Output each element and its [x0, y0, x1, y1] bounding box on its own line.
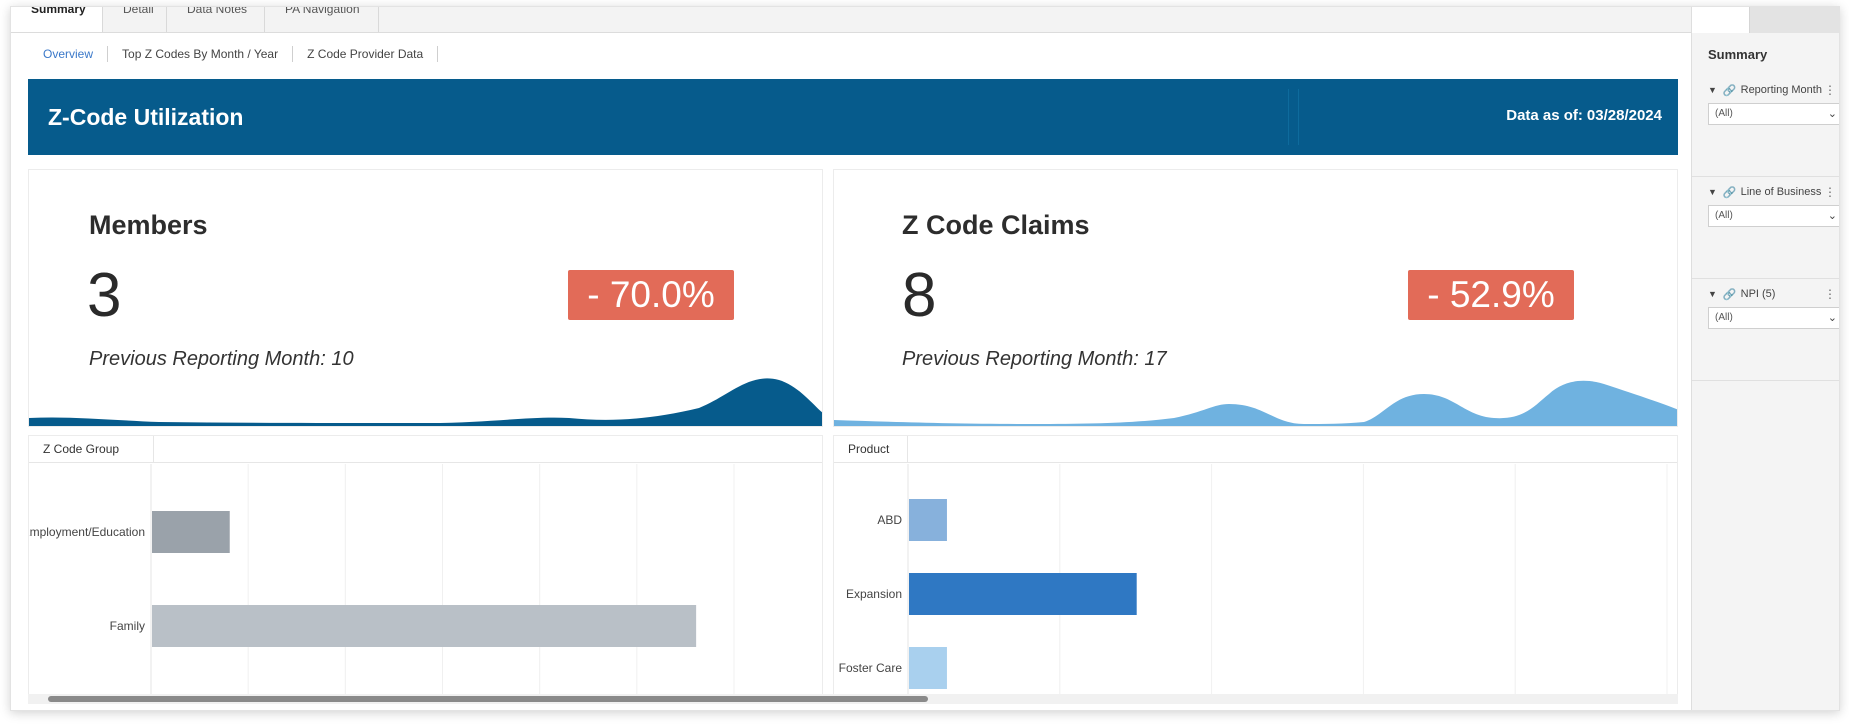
filter-pane-title: Summary — [1708, 47, 1768, 62]
kpi-title: Z Code Claims — [902, 210, 1090, 240]
chevron-down-icon: ⌄ — [1827, 312, 1837, 324]
bar — [152, 605, 697, 647]
claims-sparkline — [834, 380, 1677, 426]
kpi-value: 8 — [902, 261, 937, 330]
kpi-card-members: Members 3 - 70.0% Previous Reporting Mon… — [28, 169, 823, 427]
kpi-change-badge: - 70.0% — [568, 270, 734, 320]
category-label: Foster Care — [839, 661, 903, 675]
filter-value: (All) — [1715, 312, 1733, 323]
tab-detail[interactable]: Detail — [103, 7, 167, 32]
panel-header-label: Product — [834, 436, 908, 463]
kpi-change-badge: - 52.9% — [1408, 270, 1574, 320]
link-icon: 🔗 — [1722, 288, 1737, 301]
filter-label: NPI (5) — [1740, 288, 1776, 300]
data-as-of-value: 03/28/2024 — [1586, 107, 1662, 124]
filter-npi: ▼ 🔗 NPI (5) ⋮ (All) ⌄ — [1692, 279, 1839, 381]
panel-header: Z Code Group — [29, 436, 822, 463]
panel-product: Product ABD Expansion Foster Care — [833, 435, 1678, 695]
z-code-group-chart: Employment/Education Family — [29, 464, 735, 694]
chevron-down-icon: ⌄ — [1827, 108, 1837, 120]
data-as-of: Data as of: 03/28/2024 — [1502, 107, 1662, 124]
data-as-of-label: Data as of: — [1506, 107, 1583, 124]
product-chart: ABD Expansion Foster Care — [839, 464, 1668, 694]
bar — [909, 573, 1137, 615]
more-options-icon[interactable]: ⋮ — [1824, 83, 1836, 97]
sub-nav-overview[interactable]: Overview — [33, 46, 109, 62]
category-label: Expansion — [846, 587, 902, 601]
filter-header[interactable]: ▼ 🔗 NPI (5) ⋮ — [1708, 287, 1836, 301]
tab-pa-navigation[interactable]: PA Navigation — [265, 7, 379, 32]
filter-pane-tab[interactable] — [1750, 7, 1839, 33]
collapse-caret-icon[interactable]: ▼ — [1708, 289, 1717, 299]
filter-label: Line of Business... — [1740, 186, 1822, 198]
banner-divider — [1298, 89, 1299, 145]
more-options-icon[interactable]: ⋮ — [1824, 185, 1836, 199]
header-banner: Z-Code Utilization Data as of: 03/28/2024 — [28, 79, 1678, 155]
filter-line-of-business: ▼ 🔗 Line of Business... ⋮ (All) ⌄ — [1692, 177, 1839, 279]
panel-header-label: Z Code Group — [29, 436, 154, 463]
bar — [909, 647, 947, 689]
category-label: ABD — [877, 513, 902, 527]
claims-sparkline-area — [834, 380, 1677, 426]
filter-header[interactable]: ▼ 🔗 Line of Business... ⋮ — [1708, 185, 1836, 199]
horizontal-scrollbar[interactable] — [28, 694, 1678, 704]
filter-header[interactable]: ▼ 🔗 Reporting Month... ⋮ — [1708, 83, 1836, 97]
category-label: Family — [110, 619, 145, 633]
filter-value: (All) — [1715, 108, 1733, 119]
tab-summary[interactable]: Summary — [11, 7, 103, 32]
category-label: Employment/Education — [29, 525, 145, 539]
link-icon: 🔗 — [1722, 186, 1737, 199]
scrollbar-thumb[interactable] — [48, 696, 928, 702]
more-options-icon[interactable]: ⋮ — [1824, 287, 1836, 301]
collapse-caret-icon[interactable]: ▼ — [1708, 187, 1717, 197]
filter-pane-tabs — [1692, 7, 1839, 33]
sub-nav-top-z-codes[interactable]: Top Z Codes By Month / Year — [108, 46, 294, 62]
filter-reporting-month: ▼ 🔗 Reporting Month... ⋮ (All) ⌄ — [1692, 75, 1839, 177]
filter-dropdown[interactable]: (All) ⌄ — [1708, 307, 1839, 329]
members-sparkline — [29, 378, 822, 426]
panel-z-code-group: Z Code Group Employment/Education Family — [28, 435, 823, 695]
top-tab-bar: Summary Detail Data Notes PA Navigation — [11, 7, 1691, 33]
kpi-value: 3 — [87, 261, 122, 330]
filter-dropdown[interactable]: (All) ⌄ — [1708, 103, 1839, 125]
sub-navigation: Overview Top Z Codes By Month / Year Z C… — [33, 43, 439, 65]
panel-header: Product — [834, 436, 1677, 463]
sub-nav-provider-data[interactable]: Z Code Provider Data — [293, 46, 439, 62]
kpi-card-claims: Z Code Claims 8 - 52.9% Previous Reporti… — [833, 169, 1678, 427]
filter-dropdown[interactable]: (All) ⌄ — [1708, 205, 1839, 227]
tab-data-notes[interactable]: Data Notes — [167, 7, 265, 32]
filter-pane: Summary ▼ 🔗 Reporting Month... ⋮ (All) ⌄… — [1691, 7, 1839, 710]
chevron-down-icon: ⌄ — [1827, 210, 1837, 222]
collapse-caret-icon[interactable]: ▼ — [1708, 85, 1717, 95]
kpi-title: Members — [89, 210, 208, 240]
filter-label: Reporting Month... — [1740, 84, 1822, 96]
members-sparkline-area — [29, 378, 822, 426]
link-icon: 🔗 — [1722, 84, 1737, 97]
page-title: Z-Code Utilization — [48, 104, 244, 130]
filter-pane-tab[interactable] — [1692, 7, 1750, 33]
bar — [152, 511, 230, 553]
filter-value: (All) — [1715, 210, 1733, 221]
banner-divider — [1288, 89, 1289, 145]
dashboard-frame: Summary Detail Data Notes PA Navigation … — [10, 6, 1840, 711]
bar — [909, 499, 947, 541]
